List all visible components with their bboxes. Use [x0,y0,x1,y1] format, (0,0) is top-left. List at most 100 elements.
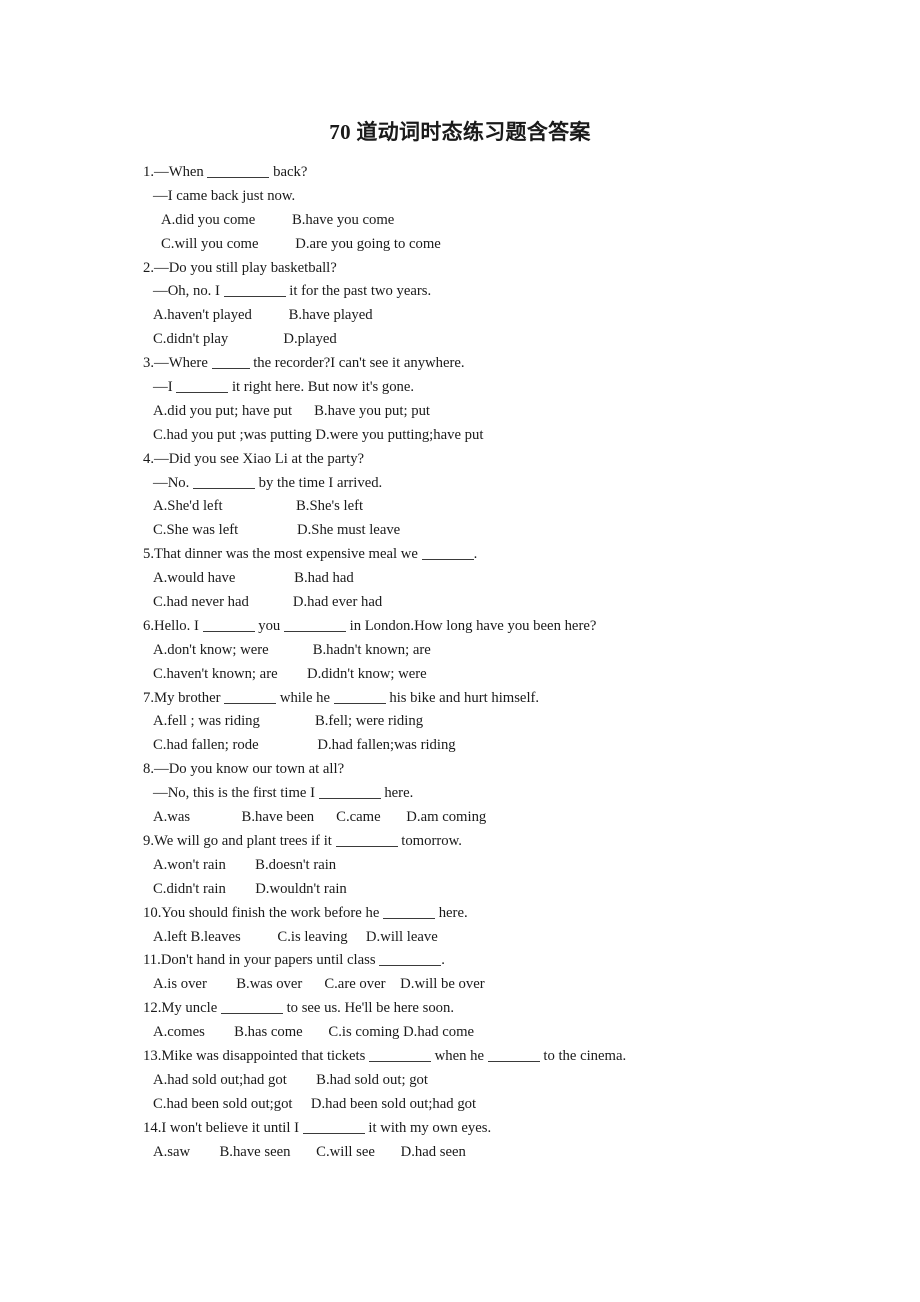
text-run: C.didn't rain D.wouldn't rain [153,880,347,897]
question-line: A.comes B.has come C.is coming D.had com… [143,1021,883,1045]
text-run: while he [276,689,334,706]
text-run: back? [269,164,308,180]
text-run: A.saw B.have seen C.will see D.had seen [153,1143,466,1160]
text-run: A.had sold out;had got B.had sold out; g… [153,1071,428,1088]
text-run: 10.You should finish the work before he [143,904,384,921]
answer-blank[interactable] [224,692,277,704]
text-run: A.haven't played B.have played [153,307,373,324]
question-line: A.would have B.had had [143,567,883,591]
question-line: A.don't know; were B.hadn't known; are [143,639,883,663]
question-stem: 12.My uncle to see us. He'll be here soo… [143,997,883,1021]
page-title: 70 道动词时态练习题含答案 [329,120,591,144]
question-stem: 13.Mike was disappointed that tickets wh… [143,1045,883,1069]
text-run: A.did you put; have put B.have you put; … [153,402,430,419]
text-run: 5.That dinner was the most expensive mea… [143,546,422,563]
text-run: 4.—Did you see Xiao Li at the party? [143,450,365,467]
answer-blank[interactable] [220,1002,283,1015]
text-run: A.won't rain B.doesn't rain [153,856,337,873]
text-run: you [254,617,284,634]
text-run: A.don't know; were B.hadn't known; are [153,641,431,658]
question-line: C.will you come D.are you going to come [143,233,883,257]
text-run: to see us. He'll be here soon. [282,1000,455,1017]
question-stem: 8.—Do you know our town at all? [143,758,883,782]
question-line: A.haven't played B.have played [143,304,883,328]
text-run: to the cinema. [539,1047,627,1064]
answer-blank[interactable] [176,381,229,394]
text-run: A.She'd left B.She's left [153,498,364,515]
text-run: C.She was left D.She must leave [153,522,401,539]
text-run: 6.Hello. I [143,617,203,634]
text-run: 7.My brother [143,689,225,706]
text-run: his bike and hurt himself. [385,689,540,706]
text-run: it right here. But now it's gone. [228,379,415,396]
text-run: 12.My uncle [143,1000,221,1017]
text-run: C.had been sold out;got D.had been sold … [153,1095,477,1112]
question-line: —I it right here. But now it's gone. [143,376,883,400]
answer-blank[interactable] [421,548,474,561]
question-line: A.was B.have been C.came D.am coming [143,806,883,830]
text-run: 8.—Do you know our town at all? [143,761,345,778]
text-run: 11.Don't hand in your papers until class [143,952,380,969]
question-stem: 5.That dinner was the most expensive mea… [143,543,883,567]
text-run: —No. [153,474,193,491]
text-run: —I [153,379,177,396]
text-run: A.did you come B.have you come [161,211,395,228]
question-stem: 2.—Do you still play basketball? [143,257,883,281]
answer-blank[interactable] [333,692,386,704]
question-line: A.won't rain B.doesn't rain [143,854,883,878]
answer-blank[interactable] [223,285,286,298]
question-line: —No. by the time I arrived. [143,472,883,496]
text-run: 2.—Do you still play basketball? [143,259,337,276]
question-line: A.fell ; was riding B.fell; were riding [143,710,883,734]
text-run: —No, this is the first time I [153,785,319,802]
answer-blank[interactable] [207,166,270,178]
answer-blank[interactable] [383,907,436,919]
question-stem: 7.My brother while he his bike and hurt … [143,687,883,711]
text-run: it for the past two years. [285,283,432,300]
document-page: 70 道动词时态练习题含答案 1.—When back? —I came back… [0,0,920,1302]
text-run: C.had fallen; rode D.had fallen;was ridi… [153,737,456,754]
question-line: —Oh, no. I it for the past two years. [143,280,883,304]
question-line: A.did you put; have put B.have you put; … [143,400,883,424]
text-run: C.haven't known; are D.didn't know; were [153,665,427,682]
question-stem: 3.—Where the recorder?I can't see it any… [143,352,883,376]
question-list: 1.—When back? —I came back just now. A.did… [143,161,883,1164]
question-stem: 1.—When back? [143,161,883,185]
question-line: C.She was left D.She must leave [143,519,883,543]
question-line: C.didn't rain D.wouldn't rain [143,878,883,902]
question-line: A.did you come B.have you come [143,209,883,233]
answer-blank[interactable] [302,1122,365,1134]
answer-blank[interactable] [192,477,255,489]
text-run: the recorder?I can't see it anywhere. [249,355,465,372]
text-run: A.is over B.was over C.are over D.will b… [153,976,485,993]
question-line: A.saw B.have seen C.will see D.had seen [143,1141,883,1165]
answer-blank[interactable] [487,1050,540,1062]
text-run: C.didn't play D.played [153,331,337,348]
question-line: A.is over B.was over C.are over D.will b… [143,973,883,997]
question-stem: 14.I won't believe it until I it with my… [143,1117,883,1141]
text-run: 1.—When [143,164,208,180]
text-run: A.comes B.has come C.is coming D.had com… [153,1024,475,1041]
text-run: A.fell ; was riding B.fell; were riding [153,713,424,730]
text-run: . [473,546,478,563]
answer-blank[interactable] [318,787,381,800]
question-line: —I came back just now. [143,185,883,209]
text-run: here. [380,785,414,802]
text-run: 14.I won't believe it until I [143,1119,303,1136]
text-run: 3.—Where [143,355,212,372]
answer-blank[interactable] [202,620,255,632]
question-stem: 9.We will go and plant trees if it tomor… [143,830,883,854]
answer-blank[interactable] [211,357,250,370]
answer-blank[interactable] [379,954,442,967]
answer-blank[interactable] [283,620,346,632]
text-run: here. [435,904,468,921]
question-line: A.She'd left B.She's left [143,495,883,519]
text-run: C.will you come D.are you going to come [161,235,441,252]
question-stem: 6.Hello. I you in London.How long have y… [143,615,883,639]
text-run: A.would have B.had had [153,570,354,587]
question-line: C.had been sold out;got D.had been sold … [143,1093,883,1117]
answer-blank[interactable] [335,835,398,847]
answer-blank[interactable] [369,1050,431,1062]
text-run: tomorrow. [397,832,462,849]
question-line: C.haven't known; are D.didn't know; were [143,663,883,687]
